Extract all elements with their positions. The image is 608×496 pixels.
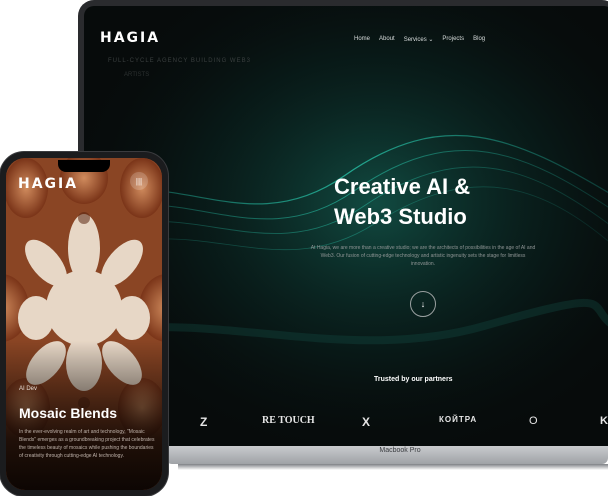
project-tag: AI Dev [19,386,38,392]
phone-site-logo[interactable]: HAGIA [18,176,78,192]
partner-logo-koitra: КОЙТРА [439,415,478,424]
chevron-down-icon: ⌄ [428,37,434,43]
background-caption-2: ARTISTS [124,72,150,78]
partner-logo-3: X [362,415,371,429]
partner-logo-6: K [600,415,608,427]
phone-notch [58,160,110,172]
scroll-down-button[interactable]: ↓ [410,291,436,317]
laptop-shadow [178,464,608,470]
arrow-down-icon: ↓ [420,299,426,309]
menu-button[interactable]: ||| [130,172,148,190]
site-logo[interactable]: HAGIA [100,30,160,46]
nav-about[interactable]: About [379,36,395,43]
nav-projects[interactable]: Projects [442,36,464,43]
nav-services[interactable]: Services ⌄ [404,36,434,43]
project-description: In the ever-evolving realm of art and te… [19,429,155,459]
hero-title: Creative AI & Web3 Studio [334,172,514,232]
partners-title: Trusted by our partners [374,376,453,383]
hero-title-line-2: Web3 Studio [334,204,467,229]
project-title[interactable]: Mosaic Blends [19,405,117,421]
nav-home[interactable]: Home [354,36,370,43]
partner-logo-retouch: RE TOUCH [262,415,315,426]
menu-bars-icon: ||| [135,176,143,186]
background-caption: FULL-CYCLE AGENCY BUILDING WEB3 [108,58,251,64]
laptop-brand-label: Macbook Pro [379,447,421,454]
hero-title-line-1: Creative AI & [334,174,471,199]
partner-logo-1: Z [200,415,208,429]
hero-description: At Hagia, we are more than a creative st… [310,245,536,267]
partner-logo-5: O [529,415,538,427]
nav-blog[interactable]: Blog [473,36,485,43]
main-nav: Home About Services ⌄ Projects Blog [354,36,485,43]
nav-services-label: Services [403,37,427,43]
